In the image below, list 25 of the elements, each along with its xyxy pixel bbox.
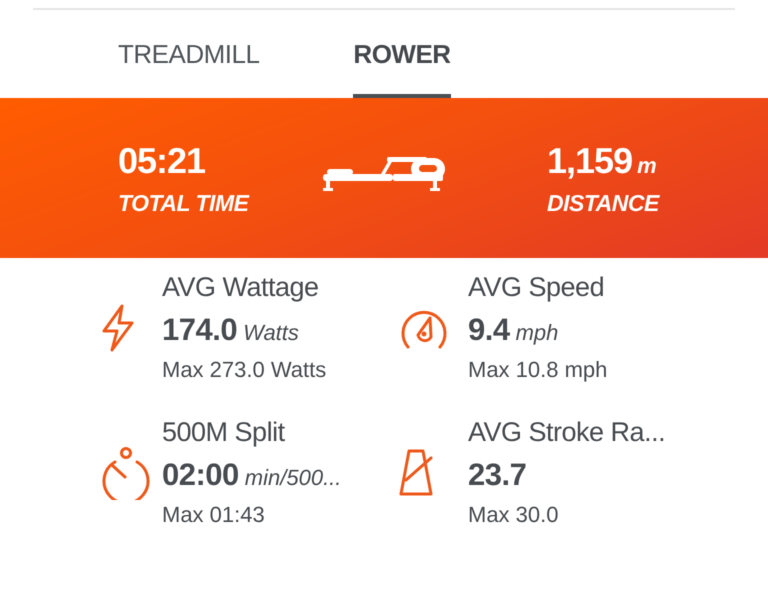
metric-title: AVG Wattage bbox=[162, 272, 320, 303]
metric-value: 02:00 bbox=[162, 457, 239, 493]
summary-label: TOTAL TIME bbox=[118, 190, 250, 216]
metric-title: 500M Split bbox=[162, 417, 286, 448]
metric-max: Max 30.0 bbox=[468, 502, 560, 528]
stopwatch-icon bbox=[100, 446, 152, 500]
metric-unit: mph bbox=[516, 320, 558, 346]
lightning-icon bbox=[100, 304, 136, 352]
metric-value: 23.7 bbox=[468, 457, 526, 493]
summary-unit: m bbox=[637, 152, 656, 178]
metric-unit: Watts bbox=[243, 320, 299, 346]
metric-max: Max 10.8 mph bbox=[468, 357, 608, 383]
metric-title: AVG Stroke Ra... bbox=[468, 417, 666, 448]
metric-value: 9.4 bbox=[468, 312, 510, 348]
metric-max: Max 01:43 bbox=[162, 502, 266, 528]
summary-value: 1,159 bbox=[547, 140, 632, 182]
rowing-machine-icon bbox=[323, 154, 447, 194]
summary-value: 05:21 bbox=[118, 140, 206, 182]
metric-max: Max 273.0 Watts bbox=[162, 357, 326, 383]
metronome-icon bbox=[398, 448, 434, 498]
summary-label: DISTANCE bbox=[547, 190, 661, 216]
metric-value: 174.0 bbox=[162, 312, 238, 348]
metric-unit: min/500... bbox=[244, 465, 342, 491]
metric-title: AVG Speed bbox=[468, 272, 606, 303]
tab[interactable]: TREADMILL bbox=[118, 39, 260, 98]
